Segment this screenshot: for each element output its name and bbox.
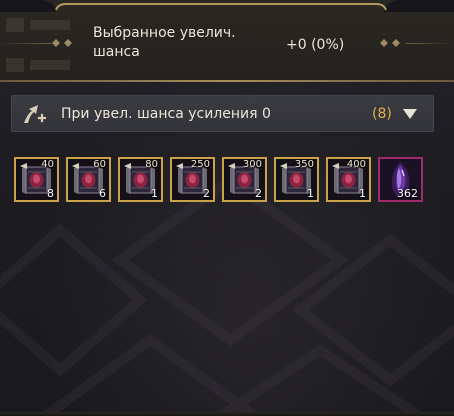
diamond-ornament-right xyxy=(380,39,400,47)
item-slot[interactable]: 350 1 xyxy=(274,157,319,202)
selected-chance-value: +0 (0%) xyxy=(286,37,345,53)
bottom-edge xyxy=(0,412,454,416)
item-quantity: 1 xyxy=(359,187,366,200)
selected-chance-label: Выбранное увелич. шанса xyxy=(93,25,236,60)
dropdown-label: При увел. шанса усиления 0 xyxy=(61,106,271,122)
top-frame-ornament xyxy=(0,0,454,12)
item-level: 80 xyxy=(145,159,158,170)
item-slot[interactable]: 300 2 xyxy=(222,157,267,202)
enhance-arrow-icon xyxy=(24,105,47,123)
item-level: 40 xyxy=(41,159,54,170)
diamond-ornament-left xyxy=(52,39,72,47)
item-level: 300 xyxy=(242,159,262,170)
item-quantity: 8 xyxy=(47,187,54,200)
item-quantity: 2 xyxy=(255,187,262,200)
item-level: 400 xyxy=(346,159,366,170)
enhance-chance-dropdown[interactable]: При увел. шанса усиления 0 (8) xyxy=(11,95,434,132)
item-list: 40 8 60 6 80 1 250 2 300 2 350 1 400 1 3… xyxy=(14,157,434,203)
item-quantity: 2 xyxy=(203,187,210,200)
item-level: 250 xyxy=(190,159,210,170)
header-divider xyxy=(0,80,454,82)
triangle-down-icon[interactable] xyxy=(403,109,417,119)
item-quantity: 362 xyxy=(397,187,418,200)
item-quantity: 6 xyxy=(99,187,106,200)
ornament-line-left xyxy=(0,43,52,44)
item-slot[interactable]: 40 8 xyxy=(14,157,59,202)
item-quantity: 1 xyxy=(151,187,158,200)
item-slot[interactable]: 250 2 xyxy=(170,157,215,202)
item-slot[interactable]: 80 1 xyxy=(118,157,163,202)
ornament-line-right xyxy=(406,43,454,44)
dropdown-count: (8) xyxy=(372,106,392,122)
item-level: 350 xyxy=(294,159,314,170)
enhancement-panel: Выбранное увелич. шанса +0 (0%) При увел… xyxy=(0,0,454,416)
item-slot[interactable]: 60 6 xyxy=(66,157,111,202)
item-slot[interactable]: 400 1 xyxy=(326,157,371,202)
item-quantity: 1 xyxy=(307,187,314,200)
item-slot[interactable]: 362 xyxy=(378,157,423,202)
item-level: 60 xyxy=(93,159,106,170)
